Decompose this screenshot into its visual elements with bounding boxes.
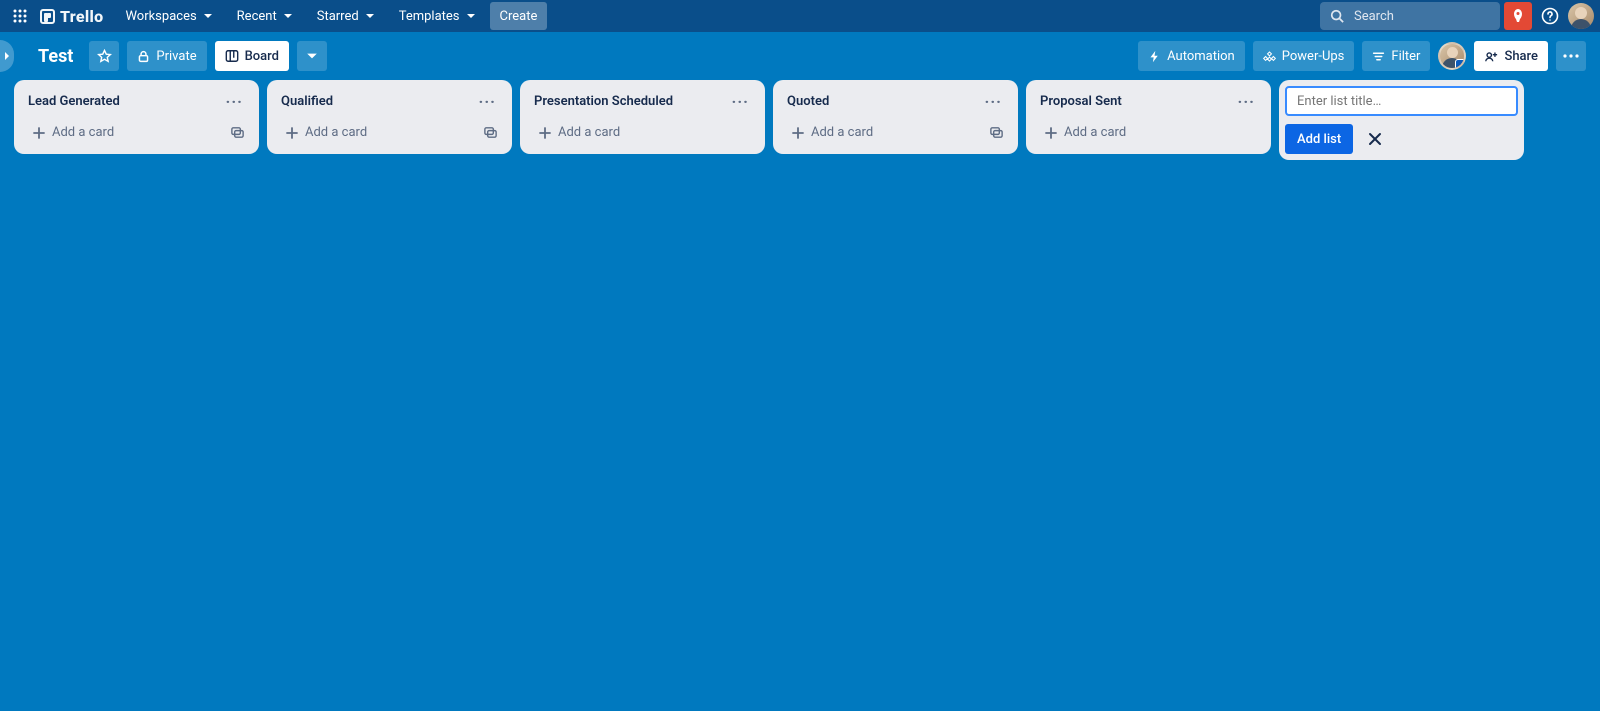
list-title[interactable]: Quoted: [787, 94, 829, 109]
chevron-right-icon: [3, 51, 11, 61]
share-button[interactable]: Share: [1474, 41, 1548, 71]
close-composer-button[interactable]: [1363, 127, 1387, 151]
help-icon: [1541, 7, 1559, 25]
list-menu-button[interactable]: ···: [1234, 90, 1259, 113]
list: Proposal Sent ··· Add a card: [1026, 80, 1271, 154]
plus-icon: [285, 126, 299, 140]
view-switcher-button[interactable]: [297, 41, 327, 71]
list-title[interactable]: Qualified: [281, 94, 333, 109]
nav-starred[interactable]: Starred: [307, 2, 385, 30]
global-header: Trello Workspaces Recent Starred Templat…: [0, 0, 1600, 32]
lock-icon: [137, 50, 150, 63]
list-menu-button[interactable]: ···: [728, 90, 753, 113]
star-board-button[interactable]: [89, 41, 119, 71]
trello-mark-icon: [40, 9, 55, 24]
rocket-icon: [1510, 8, 1526, 24]
filter-button[interactable]: Filter: [1362, 41, 1430, 71]
filter-icon: [1372, 50, 1385, 63]
add-card-label: Add a card: [558, 125, 620, 140]
chevron-down-icon: [283, 11, 293, 21]
board-menu-button[interactable]: [1556, 41, 1586, 71]
share-label: Share: [1504, 49, 1538, 64]
open-sidebar-button[interactable]: [0, 40, 14, 72]
list-title[interactable]: Lead Generated: [28, 94, 120, 109]
apps-switcher-icon[interactable]: [6, 2, 34, 30]
create-label: Create: [500, 9, 538, 24]
add-card-button[interactable]: Add a card: [532, 121, 755, 144]
list-title[interactable]: Presentation Scheduled: [534, 94, 673, 109]
list: Quoted ··· Add a card: [773, 80, 1018, 154]
plus-icon: [32, 126, 46, 140]
add-card-button[interactable]: Add a card: [26, 121, 226, 144]
board-member-avatar[interactable]: [1438, 42, 1466, 70]
nav-label: Templates: [399, 9, 460, 24]
add-card-button[interactable]: Add a card: [279, 121, 479, 144]
list: Lead Generated ··· Add a card: [14, 80, 259, 154]
nav-recent[interactable]: Recent: [227, 2, 303, 30]
board-view-button[interactable]: Board: [215, 41, 289, 71]
close-icon: [1367, 131, 1383, 147]
board-header: Test Private Board Automation Power-Ups …: [0, 32, 1600, 80]
help-button[interactable]: [1536, 2, 1564, 30]
add-card-label: Add a card: [811, 125, 873, 140]
nav-label: Recent: [237, 9, 277, 24]
add-card-button[interactable]: Add a card: [1038, 121, 1261, 144]
premium-rocket-button[interactable]: [1504, 2, 1532, 30]
power-ups-button[interactable]: Power-Ups: [1253, 41, 1355, 71]
automation-label: Automation: [1167, 49, 1235, 64]
nav-label: Workspaces: [125, 9, 196, 24]
plus-icon: [791, 126, 805, 140]
power-ups-label: Power-Ups: [1282, 49, 1345, 64]
privacy-label: Private: [156, 49, 196, 64]
search-input[interactable]: [1352, 8, 1490, 25]
add-card-label: Add a card: [52, 125, 114, 140]
add-card-label: Add a card: [305, 125, 367, 140]
list-menu-button[interactable]: ···: [475, 90, 500, 113]
automation-button[interactable]: Automation: [1138, 41, 1245, 71]
chevron-down-icon: [365, 11, 375, 21]
share-icon: [1484, 49, 1498, 63]
board-icon: [225, 49, 239, 63]
nav-workspaces[interactable]: Workspaces: [115, 2, 222, 30]
more-icon: [1563, 54, 1579, 58]
user-avatar[interactable]: [1568, 3, 1594, 29]
list-menu-button[interactable]: ···: [981, 90, 1006, 113]
brand-logo[interactable]: Trello: [38, 7, 111, 26]
board-view-label: Board: [245, 49, 279, 64]
card-template-button[interactable]: [479, 121, 502, 144]
chevron-down-icon: [466, 11, 476, 21]
board-title[interactable]: Test: [30, 46, 81, 67]
list: Qualified ··· Add a card: [267, 80, 512, 154]
add-card-button[interactable]: Add a card: [785, 121, 985, 144]
filter-label: Filter: [1391, 49, 1420, 64]
chevron-down-icon: [203, 11, 213, 21]
card-template-button[interactable]: [985, 121, 1008, 144]
add-list-composer: Add list: [1279, 80, 1524, 160]
plus-icon: [538, 126, 552, 140]
board-canvas: Lead Generated ··· Add a card Qualified …: [0, 80, 1600, 711]
list-menu-button[interactable]: ···: [222, 90, 247, 113]
card-template-button[interactable]: [226, 121, 249, 144]
privacy-button[interactable]: Private: [127, 41, 206, 71]
star-icon: [97, 49, 112, 64]
add-list-submit-button[interactable]: Add list: [1285, 124, 1353, 154]
add-card-label: Add a card: [1064, 125, 1126, 140]
nav-label: Starred: [317, 9, 359, 24]
new-list-title-input[interactable]: [1285, 86, 1518, 116]
nav-templates[interactable]: Templates: [389, 2, 486, 30]
chevron-down-icon: [306, 50, 318, 62]
list: Presentation Scheduled ··· Add a card: [520, 80, 765, 154]
bolt-icon: [1148, 50, 1161, 63]
search-icon: [1330, 9, 1344, 23]
brand-name: Trello: [60, 7, 103, 26]
list-title[interactable]: Proposal Sent: [1040, 94, 1122, 109]
plus-icon: [1044, 126, 1058, 140]
search-field[interactable]: [1320, 2, 1500, 30]
power-up-icon: [1263, 50, 1276, 63]
create-button[interactable]: Create: [490, 2, 548, 30]
